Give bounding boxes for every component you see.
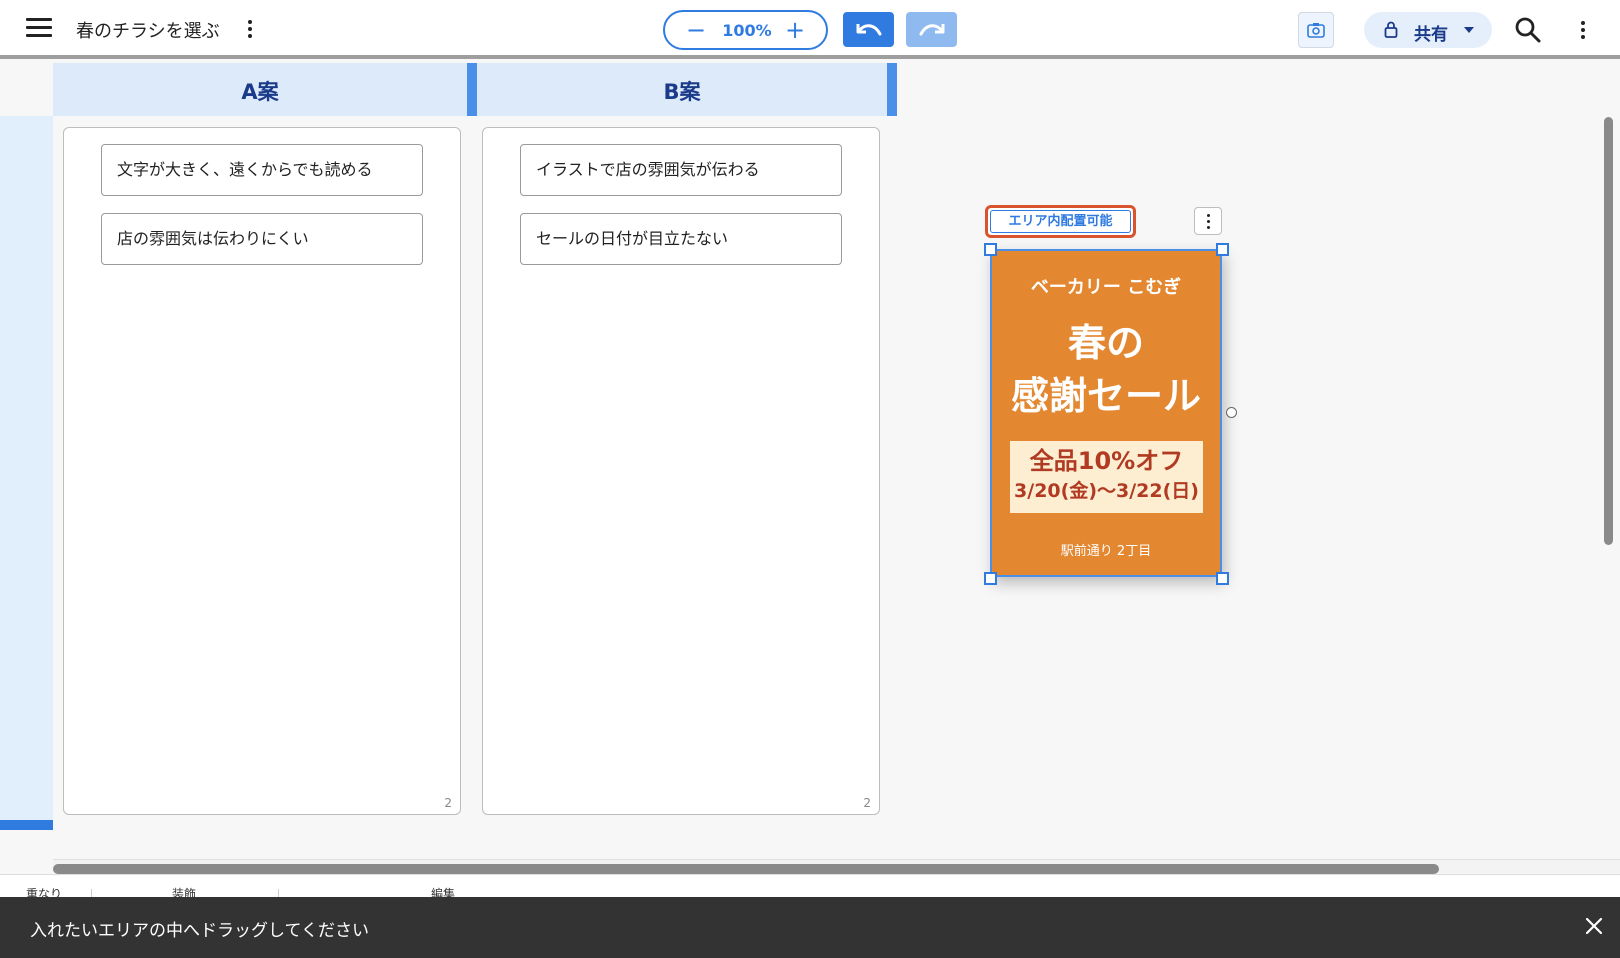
note-card[interactable]: 店の雰囲気は伝わりにくい (101, 213, 423, 265)
note-card[interactable]: 文字が大きく、遠くからでも読める (101, 144, 423, 196)
item-count: 2 (863, 796, 871, 810)
area-label: A案 (241, 80, 279, 104)
flyer-address: 駅前通り 2丁目 (1060, 544, 1152, 559)
title-more-icon[interactable] (240, 16, 260, 42)
lock-icon (1384, 21, 1398, 38)
vertical-scrollbar[interactable] (1604, 117, 1613, 545)
flyer-card[interactable]: ベーカリー こむぎ 春の 感謝セール 全品10%オフ 3/20(金)〜3/22(… (990, 249, 1222, 577)
zoom-in-button[interactable]: + (780, 16, 810, 44)
placement-status-badge[interactable]: エリア内配置可能 (985, 205, 1136, 238)
zoom-level: 100% (722, 21, 772, 40)
snackbar-message: 入れたいエリアの中へドラッグしてください (30, 921, 369, 941)
area-resize-handle[interactable] (467, 63, 477, 116)
flyer-discount: 全品10%オフ (1029, 447, 1184, 475)
flyer-dates: 3/20(金)〜3/22(日) (1014, 480, 1199, 502)
search-icon[interactable] (1514, 16, 1542, 44)
zoom-out-button[interactable]: − (681, 16, 711, 44)
item-count: 2 (444, 796, 452, 810)
note-card[interactable]: セールの日付が目立たない (520, 213, 842, 265)
area-header-b[interactable]: B案 (477, 63, 897, 116)
area-header-a[interactable]: A案 (53, 63, 477, 116)
resize-handle-top-left[interactable] (984, 243, 997, 256)
board-canvas: A案 B案 文字が大きく、遠くからでも読める 店の雰囲気は伝わりにくい 2 イラ… (0, 63, 1620, 878)
redo-button[interactable] (906, 12, 957, 47)
area-label: B案 (663, 80, 701, 104)
flyer-headline: 春の 感謝セール (992, 317, 1220, 423)
placement-status-label: エリア内配置可能 (990, 210, 1131, 233)
top-toolbar: 春のチラシを選ぶ − 100% + 共有 (0, 0, 1620, 59)
share-label: 共有 (1414, 25, 1448, 45)
document-title[interactable]: 春のチラシを選ぶ (76, 17, 220, 43)
screenshot-button[interactable] (1298, 12, 1334, 48)
area-panel-b[interactable]: イラストで店の雰囲気が伝わる セールの日付が目立たない 2 (482, 127, 880, 815)
zoom-control: − 100% + (663, 10, 828, 50)
resize-handle-top-right[interactable] (1216, 243, 1229, 256)
flyer-headline-line-2: 感謝セール (1010, 374, 1201, 418)
resize-handle-bottom-right[interactable] (1216, 572, 1229, 585)
undo-icon (856, 23, 881, 35)
camera-icon (1307, 23, 1325, 38)
more-menu-icon[interactable] (1573, 17, 1593, 43)
resize-handle-bottom-left[interactable] (984, 572, 997, 585)
left-area-edge (0, 116, 53, 826)
chevron-down-icon (1464, 27, 1474, 33)
flyer-sale-box: 全品10%オフ 3/20(金)〜3/22(日) (1010, 441, 1203, 513)
menu-icon[interactable] (26, 18, 52, 40)
area-panel-a[interactable]: 文字が大きく、遠くからでも読める 店の雰囲気は伝わりにくい 2 (63, 127, 461, 815)
close-icon[interactable] (1582, 914, 1606, 938)
app-root: 春のチラシを選ぶ − 100% + 共有 A案 B案 文字が大きく、遠くからでも… (0, 0, 1620, 958)
share-button[interactable]: 共有 (1364, 12, 1492, 48)
rotate-handle[interactable] (1226, 407, 1237, 418)
flyer-shop-name: ベーカリー こむぎ (1030, 277, 1182, 298)
undo-button[interactable] (843, 12, 894, 47)
note-card[interactable]: イラストで店の雰囲気が伝わる (520, 144, 842, 196)
area-resize-handle[interactable] (887, 63, 897, 116)
snackbar: 入れたいエリアの中へドラッグしてください (0, 897, 1620, 958)
redo-icon (919, 23, 944, 35)
flyer-headline-line-1: 春の (1067, 321, 1144, 365)
horizontal-scrollbar[interactable] (53, 864, 1439, 874)
item-more-icon[interactable] (1194, 207, 1222, 235)
left-area-edge-bar (0, 820, 53, 830)
